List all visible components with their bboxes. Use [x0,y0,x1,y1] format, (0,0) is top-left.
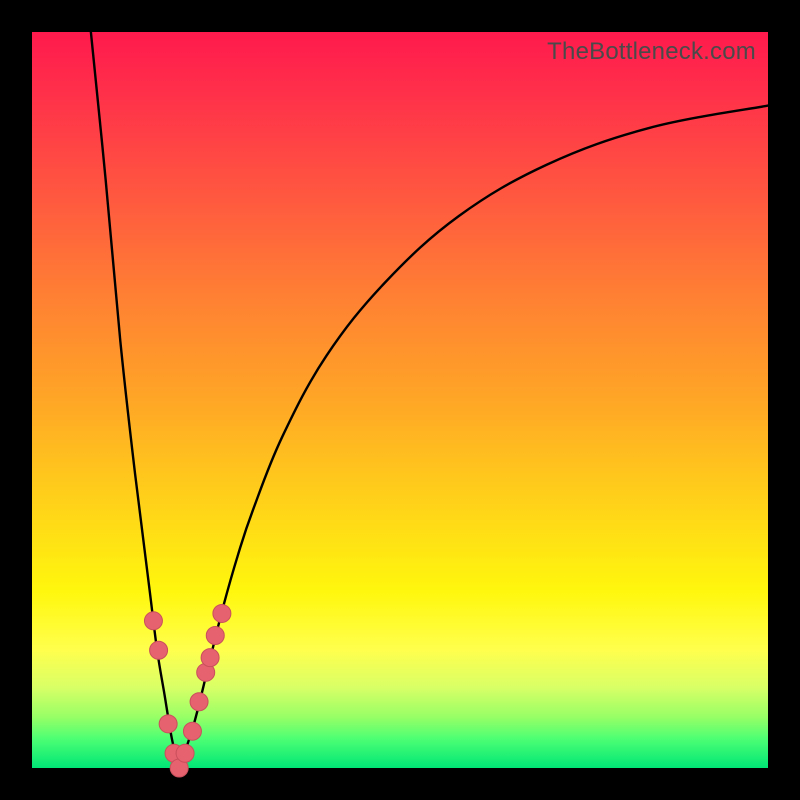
data-dot [183,722,201,740]
dot-group [144,604,230,777]
data-dot [201,649,219,667]
data-dot [150,641,168,659]
plot-area: TheBottleneck.com [32,32,768,768]
chart-frame: TheBottleneck.com [0,0,800,800]
chart-svg [32,32,768,768]
data-dot [176,744,194,762]
curve-right-branch [179,106,768,768]
data-dot [190,693,208,711]
data-dot [213,604,231,622]
data-dot [159,715,177,733]
curve-left-branch [91,32,179,768]
data-dot [206,627,224,645]
data-dot [144,612,162,630]
